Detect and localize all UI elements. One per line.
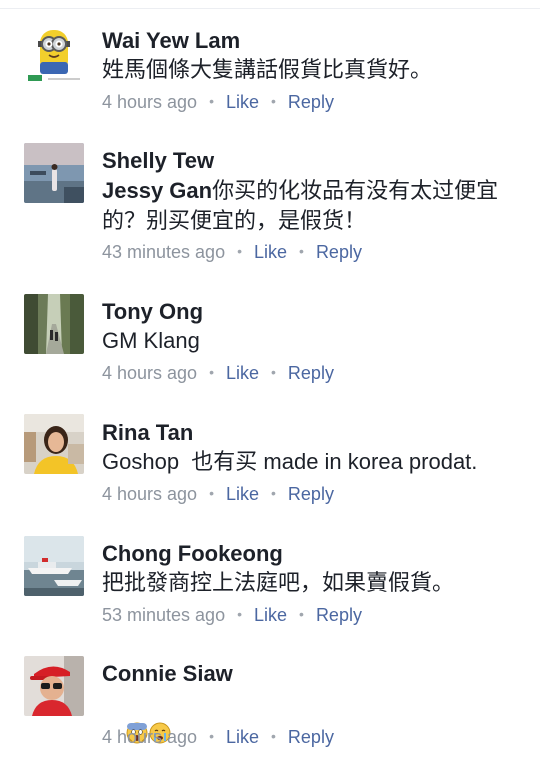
- separator-dot: •: [237, 243, 242, 259]
- like-button[interactable]: Like: [254, 605, 287, 625]
- separator-dot: •: [209, 728, 214, 744]
- comment-text: GM Klang: [102, 328, 200, 353]
- separator-dot: •: [271, 364, 276, 380]
- separator-dot: •: [299, 243, 304, 259]
- separator-dot: •: [271, 728, 276, 744]
- red-cap-woman-avatar-icon: [24, 656, 84, 716]
- separator-dot: •: [209, 364, 214, 380]
- like-button[interactable]: Like: [226, 92, 259, 112]
- comment-timestamp[interactable]: 4 hours ago: [102, 363, 197, 383]
- comment-timestamp[interactable]: 4 hours ago: [102, 92, 197, 112]
- avatar[interactable]: [24, 24, 84, 84]
- comment-text: Jessy Gan你买的化妆品有没有太过便宜的？别买便宜的，是假货！: [102, 176, 522, 236]
- beach-photo-avatar-icon: [24, 143, 84, 203]
- reply-button[interactable]: Reply: [316, 605, 362, 625]
- comment-timestamp[interactable]: 4 hours ago: [102, 727, 197, 747]
- forest-path-avatar-icon: [24, 294, 84, 354]
- comment-text: Goshop 也有买 made in korea prodat.: [102, 449, 478, 474]
- reply-button[interactable]: Reply: [288, 484, 334, 504]
- reply-button[interactable]: Reply: [288, 727, 334, 747]
- avatar[interactable]: [24, 536, 84, 596]
- comment-meta: 4 hours ago • Like • Reply: [102, 363, 334, 384]
- comment-meta: 53 minutes ago • Like • Reply: [102, 605, 362, 626]
- separator-dot: •: [271, 485, 276, 501]
- top-divider: [0, 8, 540, 9]
- avatar[interactable]: [24, 656, 84, 716]
- like-button[interactable]: Like: [226, 363, 259, 383]
- avatar[interactable]: [24, 414, 84, 474]
- reply-button[interactable]: Reply: [316, 242, 362, 262]
- separator-dot: •: [237, 606, 242, 622]
- avatar[interactable]: [24, 143, 84, 203]
- comment-timestamp[interactable]: 53 minutes ago: [102, 605, 225, 625]
- boats-harbor-avatar-icon: [24, 536, 84, 596]
- commenter-name[interactable]: Chong Fookeong: [102, 541, 283, 567]
- separator-dot: •: [209, 93, 214, 109]
- commenter-name[interactable]: Rina Tan: [102, 420, 193, 446]
- mentioned-user-link[interactable]: Jessy Gan: [102, 178, 212, 203]
- comment-meta: 43 minutes ago • Like • Reply: [102, 242, 362, 263]
- like-button[interactable]: Like: [226, 727, 259, 747]
- comment-timestamp[interactable]: 4 hours ago: [102, 484, 197, 504]
- comment-timestamp[interactable]: 43 minutes ago: [102, 242, 225, 262]
- separator-dot: •: [271, 93, 276, 109]
- like-button[interactable]: Like: [254, 242, 287, 262]
- comment-meta: 4 hours ago • Like • Reply: [102, 727, 334, 748]
- commenter-name[interactable]: Tony Ong: [102, 299, 203, 325]
- like-button[interactable]: Like: [226, 484, 259, 504]
- comment-text: 把批發商控上法庭吧，如果賣假貨。: [102, 570, 455, 595]
- reply-button[interactable]: Reply: [288, 363, 334, 383]
- separator-dot: •: [209, 485, 214, 501]
- commenter-name[interactable]: Connie Siaw: [102, 661, 233, 687]
- minion-avatar-icon: [24, 24, 84, 84]
- comment-text: 姓馬個條大隻講話假貨比真貨好。: [102, 57, 433, 82]
- woman-portrait-avatar-icon: [24, 414, 84, 474]
- comment-meta: 4 hours ago • Like • Reply: [102, 484, 334, 505]
- separator-dot: •: [299, 606, 304, 622]
- commenter-name[interactable]: Wai Yew Lam: [102, 28, 240, 54]
- commenter-name[interactable]: Shelly Tew: [102, 148, 214, 174]
- comment-meta: 4 hours ago • Like • Reply: [102, 92, 334, 113]
- reply-button[interactable]: Reply: [288, 92, 334, 112]
- avatar[interactable]: [24, 294, 84, 354]
